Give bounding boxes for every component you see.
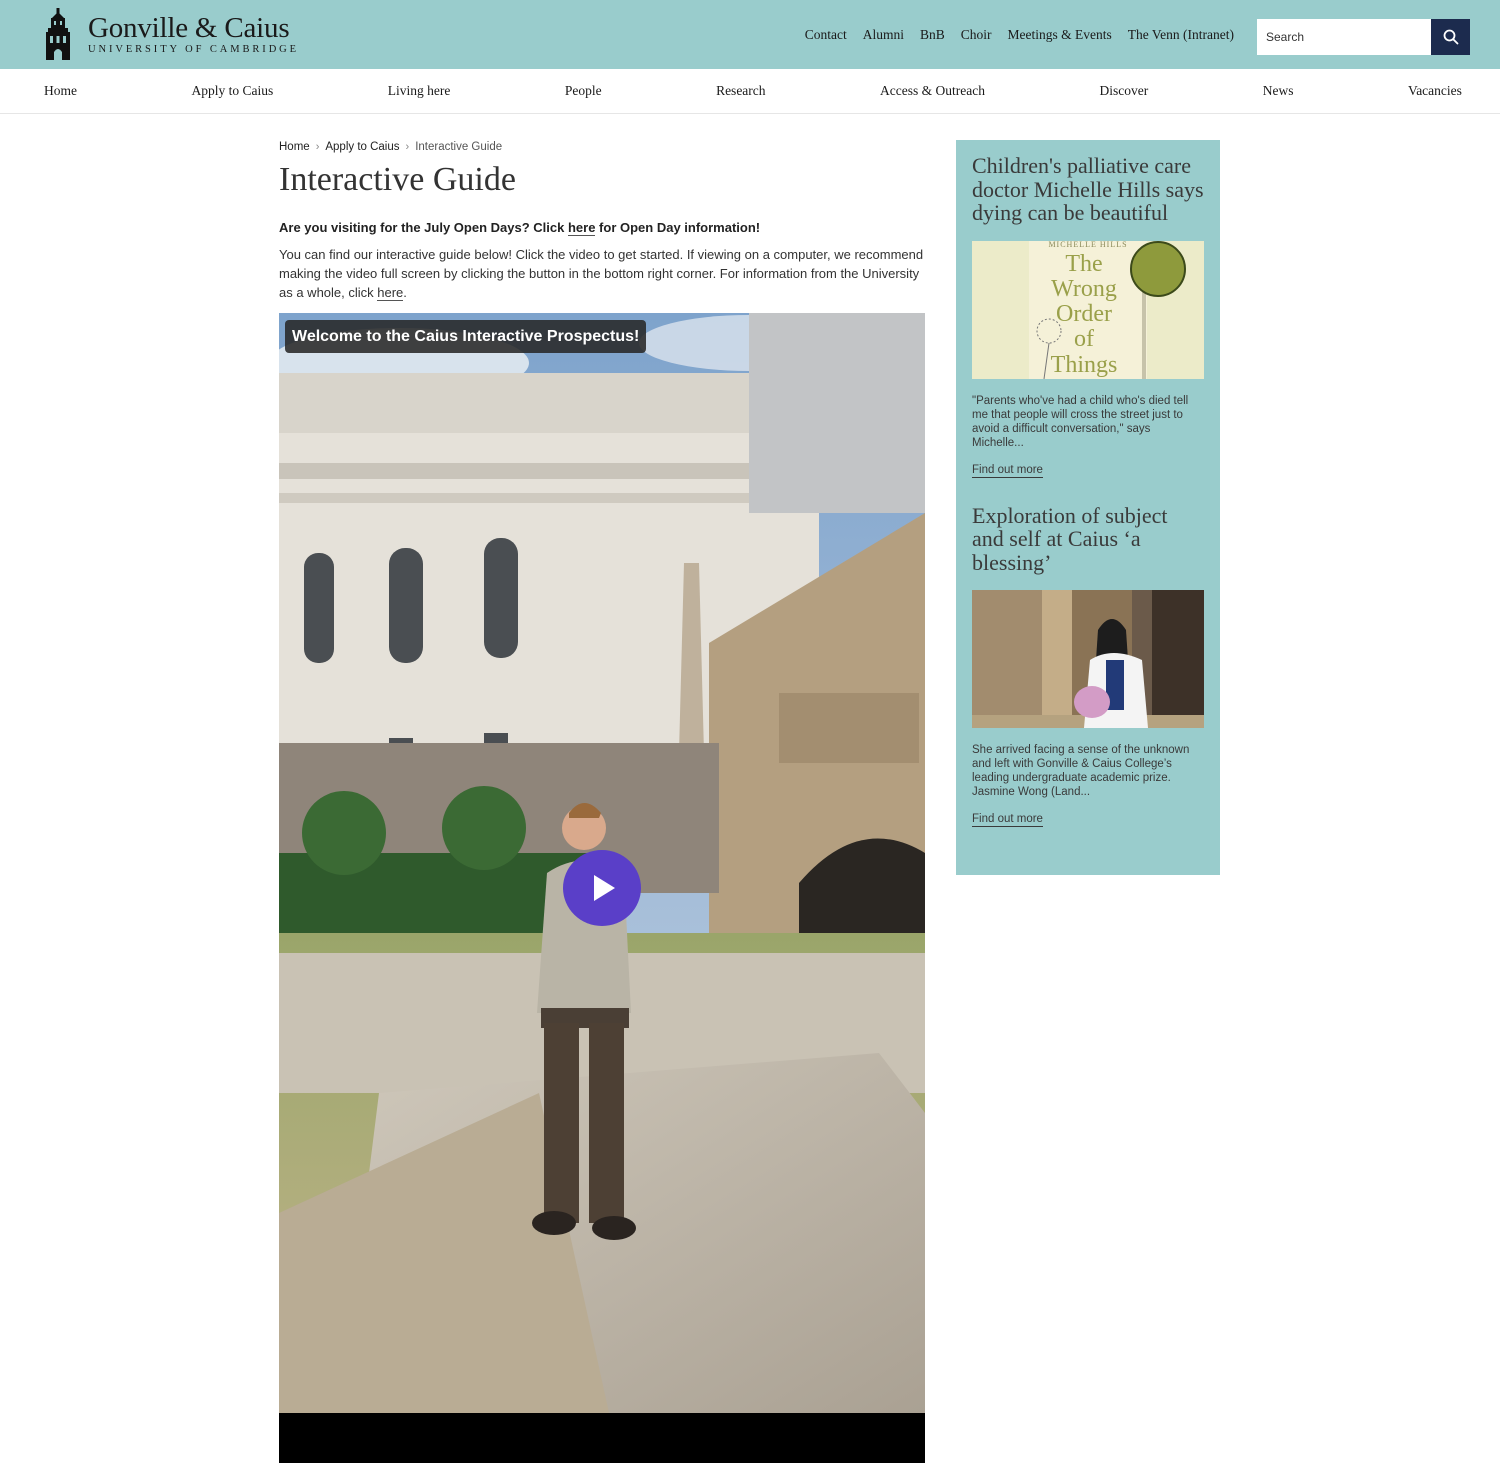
svg-text:Order: Order [1056, 301, 1112, 327]
site-header: Gonville & Caius UNIVERSITY OF CAMBRIDGE… [0, 0, 1500, 69]
news-sidebar: Children's palliative care doctor Michel… [956, 140, 1220, 875]
svg-text:Things: Things [1051, 352, 1118, 378]
nav-home[interactable]: Home [44, 83, 77, 99]
main-content: Home › Apply to Caius › Interactive Guid… [279, 140, 925, 302]
breadcrumb-current: Interactive Guide [415, 141, 503, 153]
logo-name: Gonville & Caius [88, 12, 290, 44]
news-card-image[interactable]: MICHELLE HILLS The Wrong Order of Things [972, 240, 1204, 379]
news-card-image[interactable] [972, 590, 1204, 728]
logo-subtitle: UNIVERSITY OF CAMBRIDGE [88, 44, 299, 55]
interactive-video[interactable]: Welcome to the Caius Interactive Prospec… [279, 313, 925, 1463]
svg-text:of: of [1074, 326, 1094, 352]
intro-text-end: . [403, 285, 407, 300]
site-logo[interactable]: Gonville & Caius UNIVERSITY OF CAMBRIDGE [44, 8, 299, 60]
search-input[interactable] [1257, 19, 1431, 55]
toplink-choir[interactable]: Choir [961, 27, 992, 43]
utility-nav: Contact Alumni BnB Choir Meetings & Even… [805, 27, 1234, 43]
intro-paragraph: You can find our interactive guide below… [279, 245, 925, 302]
nav-access-outreach[interactable]: Access & Outreach [880, 83, 985, 99]
news-card-excerpt: "Parents who've had a child who's died t… [972, 394, 1189, 449]
toplink-the-venn[interactable]: The Venn (Intranet) [1128, 27, 1234, 43]
news-card-excerpt: She arrived facing a sense of the unknow… [972, 744, 1190, 798]
notice-text: Are you visiting for the July Open Days?… [279, 220, 568, 235]
news-card-title[interactable]: Children's palliative care doctor Michel… [972, 154, 1204, 225]
news-card-title[interactable]: Exploration of subject and self at Caius… [972, 503, 1204, 575]
nav-living-here[interactable]: Living here [388, 83, 451, 99]
nav-news[interactable]: News [1263, 83, 1294, 99]
nav-vacancies[interactable]: Vacancies [1408, 83, 1462, 99]
news-card: Children's palliative care doctor Michel… [972, 154, 1204, 478]
find-out-more-link[interactable]: Find out more [972, 812, 1043, 827]
nav-research[interactable]: Research [716, 83, 765, 99]
breadcrumb-apply[interactable]: Apply to Caius [325, 141, 399, 153]
student-photo-image [972, 590, 1204, 728]
play-button[interactable] [563, 850, 641, 926]
page-title: Interactive Guide [279, 161, 516, 198]
toplink-contact[interactable]: Contact [805, 27, 847, 43]
svg-text:MICHELLE HILLS: MICHELLE HILLS [1048, 241, 1127, 249]
main-nav: Home Apply to Caius Living here People R… [0, 69, 1500, 114]
svg-text:The: The [1065, 251, 1102, 277]
search-icon [1443, 29, 1458, 45]
toplink-alumni[interactable]: Alumni [863, 27, 904, 43]
find-out-more-link[interactable]: Find out more [972, 463, 1043, 478]
intro-text: You can find our interactive guide below… [279, 247, 924, 300]
svg-text:Wrong: Wrong [1051, 276, 1117, 302]
book-cover-image: MICHELLE HILLS The Wrong Order of Things [972, 240, 1204, 379]
breadcrumb-chevron-icon: › [405, 141, 410, 153]
breadcrumb: Home › Apply to Caius › Interactive Guid… [279, 140, 925, 154]
notice-text-end: for Open Day information! [595, 220, 761, 235]
nav-people[interactable]: People [565, 83, 602, 99]
breadcrumb-home[interactable]: Home [279, 141, 310, 153]
video-title-overlay: Welcome to the Caius Interactive Prospec… [285, 320, 647, 353]
news-card: Exploration of subject and self at Caius… [972, 503, 1204, 827]
open-day-link[interactable]: here [567, 220, 596, 236]
breadcrumb-chevron-icon: › [315, 141, 320, 153]
search-form [1257, 19, 1470, 55]
open-day-notice: Are you visiting for the July Open Days?… [279, 220, 925, 236]
search-button[interactable] [1431, 19, 1470, 55]
college-tower-icon [46, 8, 70, 60]
university-link[interactable]: here [377, 285, 404, 301]
play-icon [594, 875, 615, 901]
nav-discover[interactable]: Discover [1099, 83, 1148, 99]
toplink-bnb[interactable]: BnB [920, 27, 945, 43]
nav-apply-to-caius[interactable]: Apply to Caius [191, 83, 273, 99]
toplink-meetings-events[interactable]: Meetings & Events [1008, 27, 1112, 43]
